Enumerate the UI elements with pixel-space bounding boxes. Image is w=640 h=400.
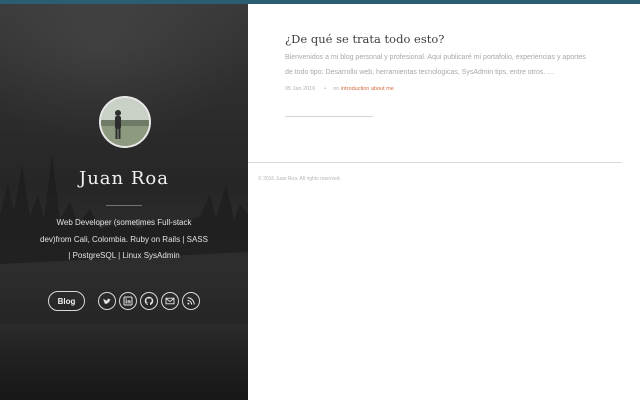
github-link[interactable]: [140, 292, 158, 310]
author-name: Juan Roa: [79, 168, 169, 189]
name-divider: [106, 205, 142, 206]
post-meta: 05 Jan 2016 • on introduction about me: [285, 86, 394, 92]
email-link[interactable]: [161, 292, 179, 310]
post-title-link[interactable]: ¿De qué se trata todo esto?: [285, 32, 444, 46]
post-tags-link[interactable]: introduction about me: [341, 86, 394, 92]
github-icon: [144, 296, 154, 305]
post-excerpt: Bienvenidos a mi blog personal y profesi…: [285, 54, 586, 76]
footer-divider: [248, 162, 622, 163]
rss-icon: [187, 297, 195, 305]
footer-copyright: © 2016 Juan Roa. All rights reserved.: [258, 176, 341, 182]
meta-separator: •: [324, 86, 327, 92]
rss-link[interactable]: [182, 292, 200, 310]
post-divider: [285, 116, 373, 117]
blog-button[interactable]: Blog: [48, 291, 85, 311]
avatar: [99, 96, 151, 148]
linkedin-link[interactable]: [119, 292, 137, 310]
email-icon: [165, 297, 175, 305]
post-date: 05 Jan 2016: [285, 86, 316, 92]
twitter-icon: [103, 298, 111, 304]
author-bio: Web Developer (sometimes Full-stack dev)…: [40, 218, 208, 260]
linkedin-icon: [123, 296, 133, 306]
post-on-label: on: [333, 86, 340, 92]
sidebar-background-ground: [0, 270, 248, 400]
twitter-link[interactable]: [98, 292, 116, 310]
sidebar: Juan Roa Web Developer (sometimes Full-s…: [0, 4, 248, 400]
